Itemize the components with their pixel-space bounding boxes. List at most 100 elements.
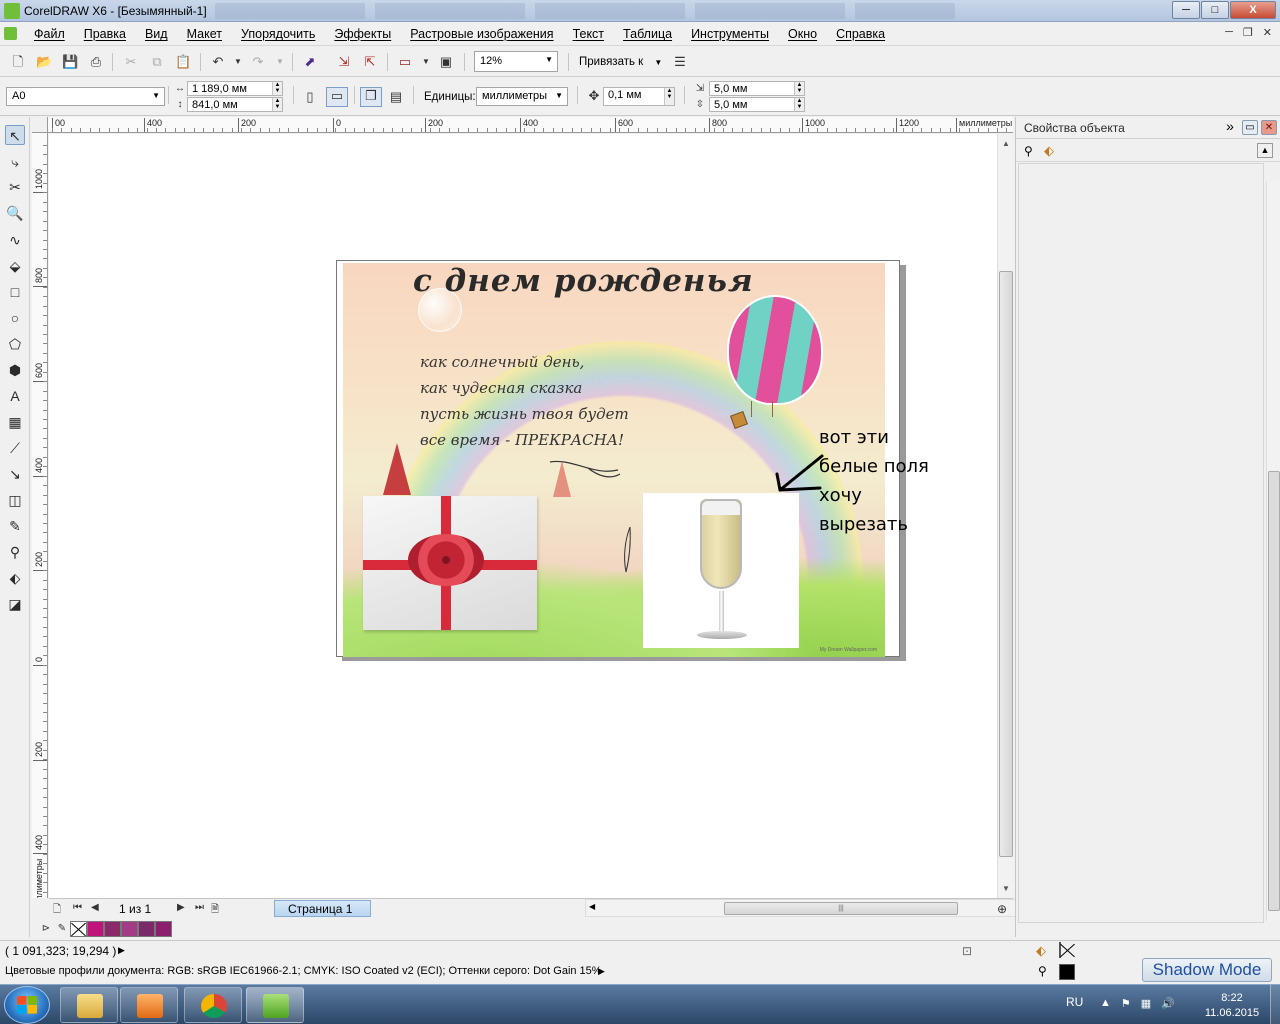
spin-arrows-icon[interactable]: ▲ ▼	[664, 88, 674, 105]
color-swatch[interactable]	[138, 921, 155, 937]
crop-tool-icon[interactable]: ✂	[5, 177, 25, 197]
show-desktop-button[interactable]	[1270, 985, 1280, 1024]
spin-arrows-icon[interactable]: ▲ ▼	[794, 98, 804, 111]
pick-tool-icon[interactable]: ↖	[5, 125, 25, 145]
paste-icon[interactable]: 📋	[175, 54, 191, 70]
options-icon[interactable]: ☰	[672, 54, 688, 70]
menu-item[interactable]: Таблица	[623, 27, 672, 41]
smart-fill-tool-icon[interactable]: ⬙	[5, 256, 25, 276]
horizontal-scroll-thumb[interactable]: |||	[724, 902, 958, 915]
language-indicator[interactable]: RU	[1066, 995, 1083, 1009]
open-icon[interactable]: 📂	[36, 54, 52, 70]
menu-item[interactable]: Макет	[187, 27, 222, 41]
blend-tool-icon[interactable]: ◫	[5, 490, 25, 510]
ruler-origin-corner[interactable]	[32, 117, 48, 133]
dimension-tool-icon[interactable]: ⟋	[5, 438, 25, 458]
docker-collapse-icon[interactable]: »	[1222, 119, 1238, 135]
color-profiles-text[interactable]: Цветовые профили документа: RGB: sRGB IE…	[5, 965, 602, 977]
nudge-distance-input[interactable]: 0,1 мм ▲ ▼	[603, 87, 675, 106]
basic-shapes-tool-icon[interactable]: ⬢	[5, 360, 25, 380]
zoom-level-select[interactable]: 12% ▼	[474, 51, 558, 72]
vertical-ruler[interactable]: 1000 800 600 400 200 0 200 400 миллиметры	[32, 133, 48, 898]
action-center-icon[interactable]: ⚑	[1121, 997, 1131, 1010]
page-size-select[interactable]: A0 ▼	[6, 87, 165, 106]
horizontal-ruler[interactable]: 00 400 200 0 200 400 600 800 1000 1200 миллиметры	[48, 117, 1013, 133]
menu-item[interactable]: Окно	[788, 27, 817, 41]
document-minimize-button[interactable]: ─	[1225, 26, 1233, 39]
undo-dropdown-icon[interactable]: ▼	[230, 54, 246, 70]
scroll-down-icon[interactable]: ▼	[1002, 884, 1010, 893]
menu-item[interactable]: Справка	[836, 27, 885, 41]
current-page-icon[interactable]: ▤	[388, 89, 404, 105]
vertical-scroll-thumb[interactable]	[999, 271, 1013, 857]
system-clock[interactable]: 8:22 11.06.2015	[1196, 991, 1268, 1021]
next-page-icon[interactable]: ▶	[177, 902, 185, 913]
first-page-icon[interactable]: ⏮	[73, 902, 82, 913]
snap-to-menu[interactable]: Привязать к ▼	[579, 56, 662, 68]
vertical-scrollbar[interactable]: ▲ ▼	[997, 134, 1014, 898]
welcome-screen-icon[interactable]: ▣	[438, 54, 454, 70]
add-page-icon[interactable]: 🗎	[211, 902, 219, 919]
save-icon[interactable]: 💾	[62, 54, 78, 70]
status-expand-icon[interactable]: ▶	[118, 945, 125, 956]
undo-icon[interactable]: ↶	[210, 54, 226, 70]
menu-item[interactable]: Правка	[84, 27, 126, 41]
page-options-icon[interactable]: 🗋	[53, 902, 61, 919]
table-tool-icon[interactable]: ▦	[5, 412, 25, 432]
document-icon[interactable]	[4, 27, 17, 40]
docker-minimize-icon[interactable]: ▭	[1242, 120, 1258, 135]
import-icon[interactable]: ⇲	[336, 54, 352, 70]
close-button[interactable]: X	[1230, 1, 1276, 19]
no-color-swatch[interactable]	[70, 921, 87, 937]
menu-item[interactable]: Эффекты	[334, 27, 391, 41]
coreldraw-app-icon[interactable]	[4, 3, 20, 19]
color-swatch[interactable]	[104, 921, 121, 937]
document-restore-button[interactable]: ❐	[1243, 26, 1253, 39]
spin-arrows-icon[interactable]: ▲ ▼	[794, 82, 804, 95]
export-icon[interactable]: ⇱	[362, 54, 378, 70]
cut-icon[interactable]: ✂	[123, 54, 139, 70]
status-options-icon[interactable]: ⊡	[962, 944, 972, 958]
eyedropper-tool-icon[interactable]: ✎	[5, 516, 25, 536]
zoom-tool-icon[interactable]: 🔍	[5, 203, 25, 223]
champagne-glass-image[interactable]	[643, 493, 799, 648]
maximize-button[interactable]: □	[1201, 1, 1229, 19]
taskbar-chrome-button[interactable]	[184, 987, 242, 1023]
text-tool-icon[interactable]: A	[5, 386, 25, 406]
menu-item[interactable]: Вид	[145, 27, 168, 41]
gift-box-image[interactable]	[363, 496, 537, 630]
connector-tool-icon[interactable]: ↘	[5, 464, 25, 484]
application-launcher-icon[interactable]: ▭	[397, 54, 413, 70]
fill-tool-icon[interactable]: ⬖	[5, 568, 25, 588]
polygon-tool-icon[interactable]: ⬠	[5, 334, 25, 354]
color-swatch[interactable]	[87, 921, 104, 937]
zoom-one-shot-icon[interactable]: ⊕	[997, 902, 1007, 916]
duplicate-distance-y-input[interactable]: 5,0 мм ▲ ▼	[709, 97, 805, 112]
tray-expand-icon[interactable]: ▲	[1100, 997, 1111, 1010]
shape-tool-icon[interactable]: ⤷	[5, 152, 25, 172]
taskbar-coreldraw-button[interactable]	[246, 987, 304, 1023]
rectangle-tool-icon[interactable]: □	[5, 282, 25, 302]
menu-item[interactable]: Упорядочить	[241, 27, 315, 41]
palette-eyedropper-icon[interactable]: ✎	[54, 921, 70, 937]
taskbar-media-player-button[interactable]	[120, 987, 178, 1023]
fill-none-swatch[interactable]	[1059, 942, 1061, 958]
document-close-button[interactable]: ✕	[1263, 26, 1272, 39]
outline-tool-icon[interactable]: ⚲	[5, 542, 25, 562]
spin-arrows-icon[interactable]: ▲ ▼	[272, 98, 282, 111]
copy-icon[interactable]: ⧉	[149, 54, 165, 70]
units-select[interactable]: миллиметры ▼	[476, 87, 568, 106]
portrait-icon[interactable]: ▯	[302, 89, 318, 105]
menu-item[interactable]: Растровые изображения	[410, 27, 553, 41]
taskbar-explorer-button[interactable]	[60, 987, 118, 1023]
docker-scroll-thumb[interactable]	[1268, 471, 1280, 911]
search-content-icon[interactable]: ⬈	[302, 54, 318, 70]
last-page-icon[interactable]: ⏭	[195, 902, 204, 913]
page-width-input[interactable]: 1 189,0 мм ▲ ▼	[187, 81, 283, 96]
print-icon[interactable]: ⎙	[88, 54, 104, 70]
network-icon[interactable]: ▦	[1141, 997, 1151, 1010]
page-tab-1[interactable]: Страница 1	[274, 900, 371, 917]
duplicate-distance-x-input[interactable]: 5,0 мм ▲ ▼	[709, 81, 805, 96]
volume-icon[interactable]: 🔊	[1161, 997, 1175, 1010]
shadow-mode-button[interactable]: Shadow Mode	[1142, 958, 1272, 982]
